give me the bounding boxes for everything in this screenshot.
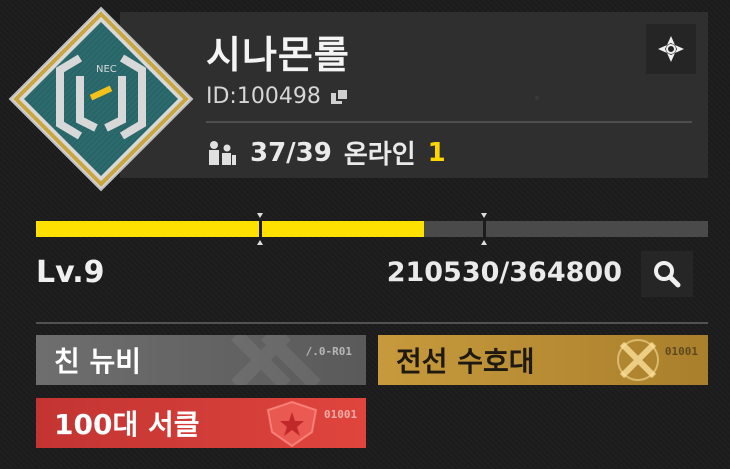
guild-level: Lv.9 (36, 255, 105, 290)
star-shield-icon (266, 400, 318, 448)
tag-badge-friendly-newbie[interactable]: 친 뉴비 /.0-R01 (36, 335, 366, 385)
decorative-dot (535, 96, 539, 100)
members-icon (209, 140, 236, 165)
tag-badge-top-100-circle[interactable]: 100대 서클 01001 (36, 398, 366, 448)
settings-button[interactable] (646, 24, 696, 74)
xp-segment-marker (481, 213, 487, 245)
copy-icon[interactable] (329, 87, 349, 107)
guild-name: 시나몬롤 (206, 33, 350, 77)
badge-label: 전선 수호대 (396, 345, 535, 378)
badge-code: 01001 (324, 408, 358, 421)
guild-id-row: ID:100498 (206, 84, 349, 109)
emblem-text: NEC (96, 64, 117, 75)
search-icon (654, 261, 681, 288)
xp-progress-bar (36, 213, 708, 245)
compass-settings-icon (658, 36, 684, 62)
badge-code: 01001 (664, 345, 698, 358)
xp-text: 210530/364800 (386, 257, 622, 288)
xp-progress-fill (36, 221, 425, 237)
online-label: 온라인 (343, 140, 416, 170)
badge-x-pattern-icon (231, 335, 321, 385)
xp-segment-marker (257, 213, 263, 245)
header-divider (206, 121, 692, 123)
online-count: 1 (427, 137, 446, 168)
guild-emblem: NEC (8, 6, 194, 192)
guild-id-value: 100498 (236, 84, 321, 109)
section-divider (36, 322, 708, 324)
guild-id-label: ID: (206, 84, 237, 109)
crossed-swords-icon (617, 339, 659, 381)
badge-code: /.0-R01 (305, 345, 352, 358)
member-count: 37/39 (250, 137, 332, 168)
search-button[interactable] (641, 251, 693, 297)
member-info: 37/39 온라인 1 (206, 134, 446, 171)
badge-label: 친 뉴비 (54, 345, 142, 378)
badge-label: 100대 서클 (54, 408, 200, 441)
tag-badge-frontline-guard[interactable]: 전선 수호대 01001 (378, 335, 708, 385)
